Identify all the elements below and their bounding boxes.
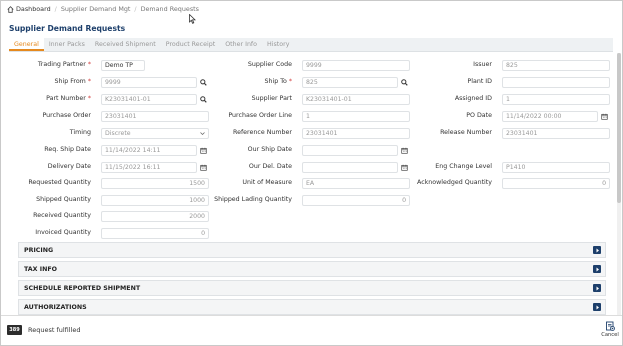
section-tax-info[interactable]: TAX INFO bbox=[18, 261, 606, 277]
part-number-label: Part Number * bbox=[46, 95, 91, 102]
page-title: Supplier Demand Requests bbox=[9, 24, 126, 33]
ship-to-search-icon[interactable] bbox=[399, 77, 409, 88]
our-ship-date-label: Our Ship Date bbox=[247, 146, 292, 153]
breadcrumb-separator: / bbox=[134, 5, 137, 13]
assigned-id-label: Assigned ID bbox=[454, 95, 492, 102]
timing-value: Discrete bbox=[105, 130, 131, 137]
purchase-order-line-field[interactable]: 1 bbox=[302, 111, 410, 122]
scrollbar-thumb[interactable] bbox=[617, 53, 621, 203]
shipped-quantity-field[interactable]: 1000 bbox=[101, 195, 209, 206]
ship-from-field[interactable]: 9999 bbox=[101, 77, 197, 88]
section-tax-info-label: TAX INFO bbox=[24, 265, 57, 273]
section-schedule-reported-shipment[interactable]: SCHEDULE REPORTED SHIPMENT bbox=[18, 280, 606, 296]
invoiced-quantity-label: Invoiced Quantity bbox=[35, 229, 91, 236]
tab-bar: General Inner Packs Received Shipment Pr… bbox=[9, 38, 613, 52]
eng-change-level-label: Eng Change Level bbox=[435, 163, 492, 170]
requested-quantity-field[interactable]: 1500 bbox=[101, 178, 209, 189]
our-ship-date-field[interactable] bbox=[302, 145, 398, 156]
section-authorizations[interactable]: AUTHORIZATIONS bbox=[18, 299, 606, 315]
shipped-lading-quantity-label: Shipped Lading Quantity bbox=[214, 196, 292, 203]
tab-product-receipt[interactable]: Product Receipt bbox=[161, 38, 220, 51]
supplier-part-label: Supplier Part bbox=[251, 95, 292, 102]
ship-to-field[interactable]: 825 bbox=[302, 77, 398, 88]
eng-change-level-field[interactable]: P1410 bbox=[502, 162, 610, 173]
timing-label: Timing bbox=[69, 129, 91, 136]
requested-quantity-label: Requested Quantity bbox=[28, 179, 91, 186]
shipped-lading-quantity-field[interactable]: 0 bbox=[302, 195, 410, 206]
ship-from-label: Ship From * bbox=[54, 78, 91, 85]
purchase-order-label: Purchase Order bbox=[42, 112, 92, 119]
tab-general[interactable]: General bbox=[9, 38, 44, 51]
delivery-date-label: Delivery Date bbox=[47, 163, 91, 170]
our-del-date-field[interactable] bbox=[302, 162, 398, 173]
issuer-field[interactable]: 825 bbox=[502, 60, 610, 71]
breadcrumb-supplier-demand-mgt[interactable]: Supplier Demand Mgt bbox=[61, 5, 131, 13]
ship-to-label: Ship To * bbox=[264, 78, 292, 85]
status-message: Request fulfilled bbox=[28, 326, 81, 334]
section-authorizations-label: AUTHORIZATIONS bbox=[24, 303, 87, 311]
acknowledged-quantity-label: Acknowledged Quantity bbox=[417, 179, 492, 186]
vertical-scrollbar[interactable] bbox=[617, 53, 621, 315]
section-pricing[interactable]: PRICING bbox=[18, 242, 606, 258]
received-quantity-label: Received Quantity bbox=[33, 212, 91, 219]
tab-received-shipment[interactable]: Received Shipment bbox=[90, 38, 161, 51]
release-number-field[interactable]: 23031401 bbox=[502, 128, 610, 139]
cancel-button[interactable]: Cancel bbox=[601, 321, 619, 338]
po-date-label: PO Date bbox=[466, 112, 492, 119]
expand-icon[interactable] bbox=[593, 303, 601, 311]
supplier-part-field[interactable]: K23031401-01 bbox=[302, 94, 410, 105]
breadcrumb-home-label: Dashboard bbox=[16, 5, 51, 13]
trading-partner-label: Trading Partner * bbox=[37, 61, 91, 68]
section-schedule-reported-shipment-label: SCHEDULE REPORTED SHIPMENT bbox=[24, 284, 141, 292]
tab-other-info[interactable]: Other Info bbox=[220, 38, 262, 51]
tab-inner-packs[interactable]: Inner Packs bbox=[44, 38, 90, 51]
issuer-label: Issuer bbox=[473, 61, 492, 68]
breadcrumb-home[interactable]: Dashboard bbox=[7, 5, 51, 13]
purchase-order-field[interactable]: 23031401 bbox=[101, 111, 209, 122]
footer-bar: 389 Request fulfilled Cancel bbox=[1, 315, 622, 345]
general-form: Trading Partner * Demo TP Ship From * 99… bbox=[9, 52, 613, 240]
req-ship-date-field[interactable]: 11/14/2022 14:11 bbox=[101, 145, 197, 156]
po-date-field[interactable]: 11/14/2022 00:00 bbox=[502, 111, 598, 122]
plant-id-label: Plant ID bbox=[467, 78, 492, 85]
po-date-calendar-icon[interactable] bbox=[599, 111, 609, 122]
cancel-button-label: Cancel bbox=[601, 332, 619, 338]
breadcrumb: Dashboard / Supplier Demand Mgt / Demand… bbox=[7, 3, 199, 15]
supplier-code-label: Supplier Code bbox=[247, 61, 292, 68]
expand-icon[interactable] bbox=[593, 284, 601, 292]
part-number-field[interactable]: K23031401-01 bbox=[101, 94, 197, 105]
our-del-date-label: Our Del. Date bbox=[248, 163, 292, 170]
collapsible-sections: PRICING TAX INFO SCHEDULE REPORTED SHIPM… bbox=[18, 242, 606, 318]
section-pricing-label: PRICING bbox=[24, 246, 54, 254]
tab-history[interactable]: History bbox=[262, 38, 294, 51]
expand-icon[interactable] bbox=[593, 246, 601, 254]
req-ship-date-label: Req. Ship Date bbox=[44, 146, 91, 153]
unit-of-measure-label: Unit of Measure bbox=[242, 179, 292, 186]
purchase-order-line-label: Purchase Order Line bbox=[228, 112, 292, 119]
trading-partner-field[interactable]: Demo TP bbox=[101, 60, 145, 71]
cancel-icon bbox=[606, 321, 615, 331]
shipped-quantity-label: Shipped Quantity bbox=[36, 196, 91, 203]
our-ship-date-calendar-icon[interactable] bbox=[399, 145, 409, 156]
received-quantity-field[interactable]: 2000 bbox=[101, 211, 209, 222]
mouse-cursor-icon bbox=[189, 14, 196, 24]
reference-number-field[interactable]: 23031401 bbox=[302, 128, 410, 139]
supplier-code-field[interactable]: 9999 bbox=[302, 60, 410, 71]
expand-icon[interactable] bbox=[593, 265, 601, 273]
acknowledged-quantity-field[interactable]: 0 bbox=[502, 178, 610, 189]
our-del-date-calendar-icon[interactable] bbox=[399, 162, 409, 173]
status-code-badge: 389 bbox=[7, 325, 22, 335]
reference-number-label: Reference Number bbox=[232, 129, 292, 136]
assigned-id-field[interactable]: 1 bbox=[502, 94, 610, 105]
release-number-label: Release Number bbox=[440, 129, 492, 136]
breadcrumb-separator: / bbox=[54, 5, 57, 13]
plant-id-field[interactable] bbox=[502, 77, 610, 88]
delivery-date-field[interactable]: 11/15/2022 16:11 bbox=[101, 162, 197, 173]
timing-select[interactable]: Discrete bbox=[101, 128, 209, 139]
invoiced-quantity-field[interactable]: 0 bbox=[101, 228, 209, 239]
breadcrumb-demand-requests: Demand Requests bbox=[140, 5, 199, 13]
unit-of-measure-field[interactable]: EA bbox=[302, 178, 410, 189]
home-icon bbox=[7, 5, 14, 13]
